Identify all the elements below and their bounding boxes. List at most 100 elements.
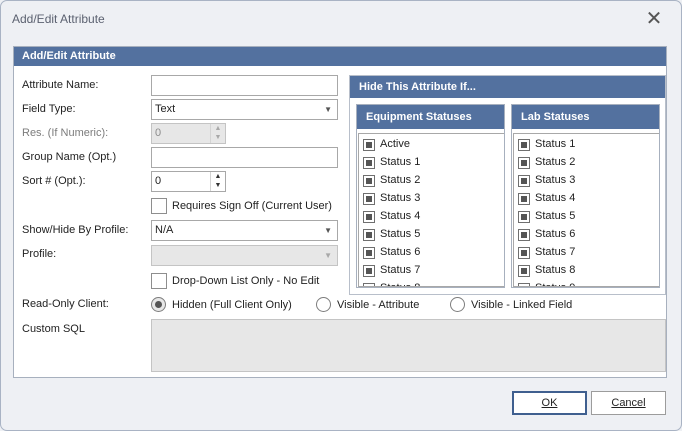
- checkbox-icon[interactable]: [363, 265, 375, 277]
- chevron-down-icon: ▼: [324, 251, 332, 260]
- status-list-item[interactable]: Status 7: [514, 244, 659, 262]
- spin-down-icon[interactable]: ▼: [211, 181, 225, 190]
- radio-visible-attribute[interactable]: [316, 297, 331, 312]
- checkbox-icon[interactable]: [363, 283, 375, 286]
- status-list-item[interactable]: Active: [359, 136, 504, 154]
- field-type-label: Field Type:: [22, 103, 76, 115]
- equipment-statuses-panel: Equipment Statuses Active Status 1 Status …: [356, 104, 505, 288]
- hide-attribute-header: Hide This Attribute If...: [350, 76, 665, 98]
- checkbox-icon[interactable]: [518, 139, 530, 151]
- status-list-item[interactable]: Status 2: [514, 154, 659, 172]
- status-item-label: Status 3: [380, 192, 421, 204]
- status-list-item[interactable]: Status 8: [514, 262, 659, 280]
- status-item-label: Active: [380, 138, 410, 150]
- status-item-label: Status 4: [535, 192, 576, 204]
- ok-button[interactable]: OK: [512, 391, 587, 415]
- dropdown-only-checkbox[interactable]: [151, 273, 167, 289]
- status-list-item[interactable]: Status 7: [359, 262, 504, 280]
- requires-sign-off-label: Requires Sign Off (Current User): [172, 200, 332, 212]
- checkbox-icon[interactable]: [363, 211, 375, 223]
- equipment-status-list[interactable]: Active Status 1 Status 2 Status 3 Status 4 St…: [358, 133, 504, 287]
- sort-spin[interactable]: ▲ ▼: [210, 172, 225, 191]
- status-item-label: Status 1: [380, 156, 421, 168]
- res-value: 0: [155, 127, 162, 139]
- checkbox-icon[interactable]: [363, 175, 375, 187]
- checkbox-icon[interactable]: [518, 211, 530, 223]
- close-icon[interactable]: ✕: [641, 6, 667, 32]
- status-list-item[interactable]: Status 5: [514, 208, 659, 226]
- status-item-label: Status 5: [380, 228, 421, 240]
- panel-header: Add/Edit Attribute: [14, 47, 666, 66]
- checkbox-icon[interactable]: [363, 139, 375, 151]
- spin-up-icon[interactable]: ▲: [211, 172, 225, 181]
- lab-statuses-panel: Lab Statuses Status 1 Status 2 Status 3 Sta…: [511, 104, 660, 288]
- radio-visible-linked[interactable]: [450, 297, 465, 312]
- status-item-label: Status 9: [535, 282, 575, 286]
- status-list-item[interactable]: Status 2: [359, 172, 504, 190]
- lab-statuses-header: Lab Statuses: [512, 105, 659, 129]
- status-list-item[interactable]: Status 6: [514, 226, 659, 244]
- checkbox-icon[interactable]: [363, 229, 375, 241]
- cancel-button[interactable]: Cancel: [591, 391, 666, 415]
- show-hide-label: Show/Hide By Profile:: [22, 224, 129, 236]
- status-list-item[interactable]: Status 9: [514, 280, 659, 286]
- field-type-value: Text: [155, 103, 176, 115]
- spin-down-icon: ▼: [214, 134, 222, 141]
- radio-hidden-label: Hidden (Full Client Only): [172, 299, 292, 311]
- status-item-label: Status 8: [535, 264, 576, 276]
- status-item-label: Status 4: [380, 210, 421, 222]
- status-item-label: Status 3: [535, 174, 576, 186]
- checkbox-icon[interactable]: [363, 193, 375, 205]
- status-list-item[interactable]: Status 4: [359, 208, 504, 226]
- status-list-item[interactable]: Status 5: [359, 226, 504, 244]
- field-type-select[interactable]: Text ▼: [151, 99, 338, 120]
- checkbox-icon[interactable]: [518, 157, 530, 169]
- checkbox-icon[interactable]: [518, 193, 530, 205]
- checkbox-icon[interactable]: [518, 229, 530, 241]
- lab-status-list[interactable]: Status 1 Status 2 Status 3 Status 4 Status 5…: [513, 133, 659, 287]
- show-hide-value: N/A: [155, 224, 174, 236]
- group-name-input[interactable]: [151, 147, 338, 168]
- profile-label: Profile:: [22, 248, 57, 260]
- status-list-item[interactable]: Status 8: [359, 280, 504, 286]
- status-list-item[interactable]: Status 6: [359, 244, 504, 262]
- checkbox-icon[interactable]: [518, 283, 530, 286]
- status-item-label: Status 7: [535, 246, 576, 258]
- ok-button-label: OK: [541, 397, 558, 409]
- read-only-client-label: Read-Only Client:: [22, 298, 109, 310]
- group-name-label: Group Name (Opt.): [22, 151, 117, 163]
- status-item-label: Status 2: [535, 156, 576, 168]
- checkbox-icon[interactable]: [363, 247, 375, 259]
- sort-stepper[interactable]: 0 ▲ ▼: [151, 171, 226, 192]
- res-label: Res. (If Numeric):: [22, 127, 109, 139]
- cancel-button-label: Cancel: [611, 397, 646, 409]
- status-list-item[interactable]: Status 3: [514, 172, 659, 190]
- status-list-item[interactable]: Status 4: [514, 190, 659, 208]
- show-hide-select[interactable]: N/A ▼: [151, 220, 338, 241]
- equipment-statuses-header: Equipment Statuses: [357, 105, 504, 129]
- checkbox-icon[interactable]: [363, 157, 375, 169]
- sort-label: Sort # (Opt.):: [22, 175, 86, 187]
- chevron-down-icon: ▼: [324, 226, 332, 235]
- status-item-label: Status 6: [380, 246, 421, 258]
- status-list-item[interactable]: Status 3: [359, 190, 504, 208]
- radio-visible-linked-label: Visible - Linked Field: [471, 299, 573, 311]
- checkbox-icon[interactable]: [518, 265, 530, 277]
- status-item-label: Status 8: [380, 282, 420, 286]
- sort-value: 0: [155, 175, 162, 187]
- checkbox-icon[interactable]: [518, 247, 530, 259]
- checkbox-icon[interactable]: [518, 175, 530, 187]
- status-item-label: Status 6: [535, 228, 576, 240]
- attribute-name-input[interactable]: [151, 75, 338, 96]
- res-spin: ▲ ▼: [210, 124, 225, 143]
- radio-visible-attribute-label: Visible - Attribute: [337, 299, 420, 311]
- radio-hidden[interactable]: [151, 297, 166, 312]
- chevron-down-icon: ▼: [324, 105, 332, 114]
- status-list-item[interactable]: Status 1: [359, 154, 504, 172]
- status-item-label: Status 5: [535, 210, 576, 222]
- attribute-name-label: Attribute Name:: [22, 79, 99, 91]
- requires-sign-off-checkbox[interactable]: [151, 198, 167, 214]
- status-list-item[interactable]: Status 1: [514, 136, 659, 154]
- status-item-label: Status 7: [380, 264, 421, 276]
- status-item-label: Status 1: [535, 138, 576, 150]
